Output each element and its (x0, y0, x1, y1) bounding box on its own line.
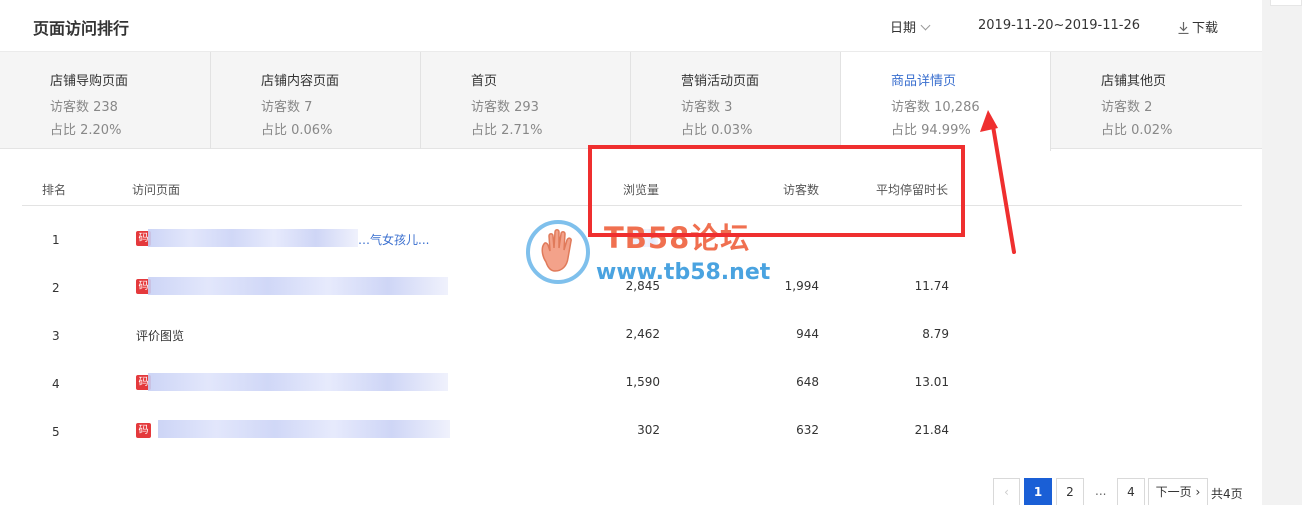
tab-visitors: 访客数 3 (681, 100, 733, 115)
total-pages: 共4页 (1211, 487, 1243, 501)
page-ellipsis: ... (1095, 484, 1107, 498)
page-badge: 码 (136, 422, 151, 438)
page-link[interactable]: …气女孩儿... (358, 231, 429, 248)
date-dropdown[interactable]: 日期 (890, 17, 931, 36)
row-visitors: 944 (796, 327, 819, 341)
tab-name: 商品详情页 (891, 74, 957, 89)
tab-name: 店铺其他页 (1101, 74, 1167, 89)
row-visitors: 648 (796, 375, 819, 389)
annotation-highlight-box (588, 145, 965, 237)
row-rank: 1 (52, 233, 60, 247)
tab-store-guide-pages[interactable]: 店铺导购页面 访客数 238 占比 2.20% (0, 52, 211, 149)
page-button-2[interactable]: 2 (1056, 478, 1084, 505)
tab-visitors: 访客数 293 (471, 100, 539, 115)
watermark-url: www.tb58.net (596, 260, 771, 285)
tab-ratio: 占比 94.99% (891, 123, 971, 138)
blurred-page-title (148, 229, 358, 247)
row-visitors: 632 (796, 423, 819, 437)
date-range: 2019-11-20~2019-11-26 (978, 18, 1140, 33)
page-button-1[interactable]: 1 (1024, 478, 1052, 505)
tab-name: 店铺导购页面 (50, 74, 129, 89)
tab-name: 店铺内容页面 (261, 74, 340, 89)
side-card-edge (1270, 0, 1302, 6)
column-header-page: 访问页面 (132, 183, 181, 197)
row-avg-stay: 21.84 (914, 423, 949, 437)
blurred-page-title[interactable] (148, 277, 448, 295)
date-dropdown-label: 日期 (890, 21, 917, 36)
row-views: 1,590 (625, 375, 660, 389)
next-page-button[interactable]: 下一页 › (1148, 478, 1208, 505)
row-rank: 4 (52, 377, 60, 391)
blurred-page-title[interactable] (148, 373, 448, 391)
tab-ratio: 占比 0.03% (681, 123, 753, 138)
chevron-right-icon: › (1191, 485, 1201, 499)
panel-title: 页面访问排行 (33, 19, 130, 38)
tab-product-detail-pages[interactable]: 商品详情页 访客数 10,286 占比 94.99% (841, 52, 1051, 151)
row-rank: 2 (52, 281, 60, 295)
page-button-4[interactable]: 4 (1117, 478, 1145, 505)
tab-ratio: 占比 0.06% (261, 123, 333, 138)
page-gutter (1262, 0, 1302, 505)
page-type-tabs: 店铺导购页面 访客数 238 占比 2.20% 店铺内容页面 访客数 7 占比 … (0, 51, 1262, 151)
page-link[interactable]: 评价图览 (136, 327, 184, 344)
tab-name: 首页 (471, 74, 498, 89)
download-icon (1178, 22, 1189, 35)
row-views: 2,462 (625, 327, 660, 341)
tab-visitors: 访客数 7 (261, 100, 313, 115)
row-views: 302 (637, 423, 660, 437)
row-rank: 3 (52, 329, 60, 343)
download-label: 下载 (1192, 21, 1219, 36)
tab-ratio: 占比 2.71% (471, 123, 543, 138)
tab-ratio: 占比 0.02% (1101, 123, 1173, 138)
tab-store-content-pages[interactable]: 店铺内容页面 访客数 7 占比 0.06% (211, 52, 421, 149)
tab-name: 营销活动页面 (681, 74, 760, 89)
row-avg-stay: 11.74 (914, 279, 949, 293)
row-avg-stay: 8.79 (922, 327, 949, 341)
tab-visitors: 访客数 238 (50, 100, 118, 115)
tab-visitors: 访客数 10,286 (891, 100, 980, 115)
download-button[interactable]: 下载 (1178, 17, 1218, 36)
row-rank: 5 (52, 425, 60, 439)
prev-page-button[interactable]: ‹ (993, 478, 1020, 505)
tab-homepage[interactable]: 首页 访客数 293 占比 2.71% (421, 52, 631, 149)
tab-ratio: 占比 2.20% (50, 123, 122, 138)
page-visit-ranking-panel: 页面访问排行 日期 2019-11-20~2019-11-26 下载 店铺导购页… (0, 0, 1262, 505)
forum-hand-logo-icon (526, 220, 590, 284)
chevron-down-icon (920, 20, 931, 31)
blurred-page-title[interactable] (158, 420, 450, 438)
tab-marketing-pages[interactable]: 营销活动页面 访客数 3 占比 0.03% (631, 52, 841, 149)
next-page-label: 下一页 (1155, 485, 1192, 499)
tab-visitors: 访客数 2 (1101, 100, 1153, 115)
column-header-rank: 排名 (42, 183, 67, 197)
code-badge-icon: 码 (136, 423, 151, 438)
row-avg-stay: 13.01 (914, 375, 949, 389)
tab-store-other-pages[interactable]: 店铺其他页 访客数 2 占比 0.02% (1051, 52, 1262, 149)
